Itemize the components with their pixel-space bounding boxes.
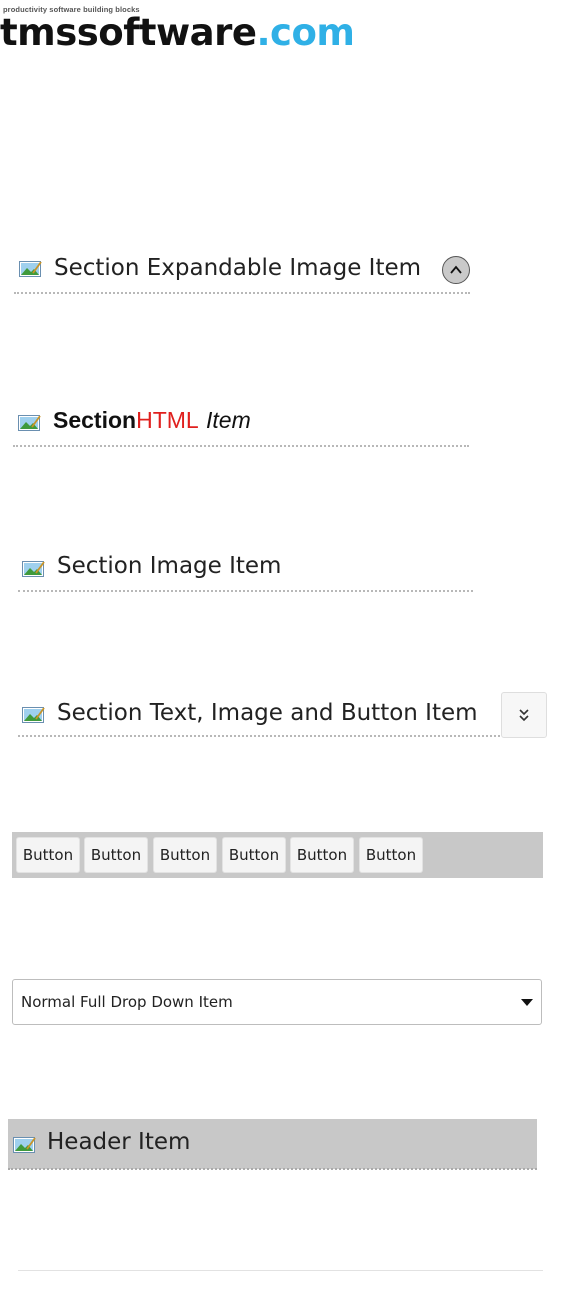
divider [13, 445, 469, 447]
header-item-label: Header Item [47, 1129, 191, 1155]
header-item: Header Item [8, 1119, 537, 1169]
image-icon [19, 261, 42, 277]
image-icon [22, 707, 45, 723]
section-image-item[interactable]: Section Image Item [57, 553, 281, 579]
dropdown-value: Normal Full Drop Down Item [21, 993, 233, 1011]
expand-button[interactable] [501, 692, 547, 738]
divider [8, 1168, 537, 1170]
section-html-item[interactable]: SectionHTML Item [53, 407, 251, 434]
divider [14, 292, 470, 294]
html-item-red-text: HTML [136, 407, 199, 433]
dropdown-select[interactable]: Normal Full Drop Down Item [12, 979, 542, 1025]
double-chevron-down-icon [519, 709, 529, 722]
image-icon [13, 1137, 36, 1153]
bar-button-6[interactable]: Button [359, 837, 423, 873]
image-icon [18, 415, 41, 431]
expand-collapse-button[interactable] [442, 256, 470, 284]
bar-button-5[interactable]: Button [290, 837, 354, 873]
logo-domain-text: .com [256, 11, 355, 54]
bar-button-3[interactable]: Button [153, 837, 217, 873]
button-bar: Button Button Button Button Button Butto… [12, 832, 543, 878]
image-icon [22, 561, 45, 577]
logo-main-text: tmssoftware [0, 11, 257, 54]
section-expandable-label: Section Expandable Image Item [54, 255, 422, 281]
chevron-up-icon [450, 265, 462, 274]
html-item-bold-text: Section [53, 407, 137, 433]
divider [18, 590, 473, 592]
separator-line [18, 1270, 543, 1271]
section-text-image-button-item[interactable]: Section Text, Image and Button Item [57, 700, 478, 726]
bar-button-4[interactable]: Button [222, 837, 286, 873]
html-item-italic-text: Item [206, 407, 251, 433]
bar-button-2[interactable]: Button [84, 837, 148, 873]
bar-button-1[interactable]: Button [16, 837, 80, 873]
logo: tmssoftware.com [0, 11, 355, 54]
caret-down-icon [521, 999, 533, 1006]
divider [18, 735, 500, 737]
